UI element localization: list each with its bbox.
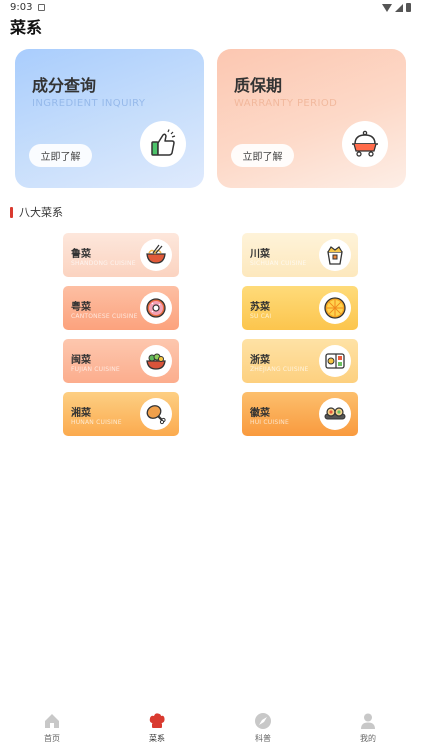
cuisine-card-zhe[interactable]: 浙菜 ZHEJIANG CUISINE [242, 339, 358, 383]
ingredient-inquiry-card[interactable]: 成分查询 INGREDIENT INQUIRY 立即了解 [15, 49, 204, 188]
cuisine-name: 徽菜 [250, 408, 270, 419]
tab-mine[interactable]: 我的 [338, 712, 398, 744]
cuisine-card-su[interactable]: 苏菜 SU CAI [242, 286, 358, 330]
bento-box-icon [319, 345, 351, 377]
dish-bowl-icon [140, 345, 172, 377]
card-subtitle: INGREDIENT INQUIRY [32, 98, 146, 109]
cuisine-card-chuan[interactable]: 川菜 SICHUAN CUISINE [242, 233, 358, 277]
cuisine-name: 闽菜 [71, 355, 91, 366]
page-title: 菜系 [10, 18, 43, 37]
learn-more-button[interactable]: 立即了解 [231, 144, 294, 167]
status-time: 9:03 [10, 2, 33, 13]
cuisine-card-yue[interactable]: 粤菜 CANTONESE CUISINE [63, 286, 179, 330]
wifi-icon [382, 3, 392, 12]
section-header: 八大菜系 [10, 204, 63, 220]
cuisine-english-name: SHANDONG CUISINE [71, 260, 136, 267]
food-cart-icon [342, 121, 388, 167]
status-bar: 9:03 [0, 0, 421, 16]
thumbs-up-icon [140, 121, 186, 167]
cuisine-english-name: SU CAI [250, 313, 272, 320]
cuisine-english-name: CANTONESE CUISINE [71, 313, 138, 320]
cuisine-card-xiang[interactable]: 湘菜 HUNAN CUISINE [63, 392, 179, 436]
card-subtitle: WARRANTY PERIOD [234, 98, 338, 109]
tab-label: 首页 [44, 734, 60, 743]
chef-hat-icon [148, 712, 166, 730]
cuisine-card-min[interactable]: 闽菜 FUJIAN CUISINE [63, 339, 179, 383]
takeout-box-icon [319, 239, 351, 271]
cuisine-name: 苏菜 [250, 302, 270, 313]
home-icon [43, 712, 61, 730]
tab-cuisine[interactable]: 菜系 [127, 712, 187, 744]
battery-icon [406, 3, 411, 12]
tab-science[interactable]: 科普 [233, 712, 293, 744]
card-title: 质保期 [234, 76, 283, 95]
cuisine-card-hui[interactable]: 徽菜 HUI CUISINE [242, 392, 358, 436]
cuisine-english-name: ZHEJIANG CUISINE [250, 366, 309, 373]
section-marker [10, 206, 13, 218]
tab-home[interactable]: 首页 [22, 712, 82, 744]
cuisine-name: 粤菜 [71, 302, 91, 313]
notification-icon [38, 4, 45, 11]
user-icon [359, 712, 377, 730]
cuisine-name: 鲁菜 [71, 249, 91, 260]
cuisine-english-name: HUI CUISINE [250, 419, 289, 426]
card-title: 成分查询 [32, 76, 97, 95]
tab-label: 科普 [255, 734, 271, 743]
signal-icon [395, 3, 403, 12]
cuisine-card-lu[interactable]: 鲁菜 SHANDONG CUISINE [63, 233, 179, 277]
cuisine-english-name: FUJIAN CUISINE [71, 366, 120, 373]
compass-icon [254, 712, 272, 730]
chicken-leg-icon [140, 398, 172, 430]
tab-label: 我的 [360, 734, 376, 743]
cuisine-name: 浙菜 [250, 355, 270, 366]
learn-more-button[interactable]: 立即了解 [29, 144, 92, 167]
cuisine-name: 湘菜 [71, 408, 91, 419]
sushi-rolls-icon [319, 398, 351, 430]
tab-label: 菜系 [149, 734, 165, 743]
bottom-tab-bar: 首页 菜系 科普 我的 [0, 705, 421, 750]
donut-icon [140, 292, 172, 324]
cuisine-english-name: HUNAN CUISINE [71, 419, 122, 426]
cuisine-english-name: SICHUAN CUISINE [250, 260, 307, 267]
orange-slice-icon [319, 292, 351, 324]
warranty-period-card[interactable]: 质保期 WARRANTY PERIOD 立即了解 [217, 49, 406, 188]
cuisine-name: 川菜 [250, 249, 270, 260]
section-title: 八大菜系 [19, 206, 63, 219]
status-icons [382, 3, 411, 12]
noodle-bowl-icon [140, 239, 172, 271]
